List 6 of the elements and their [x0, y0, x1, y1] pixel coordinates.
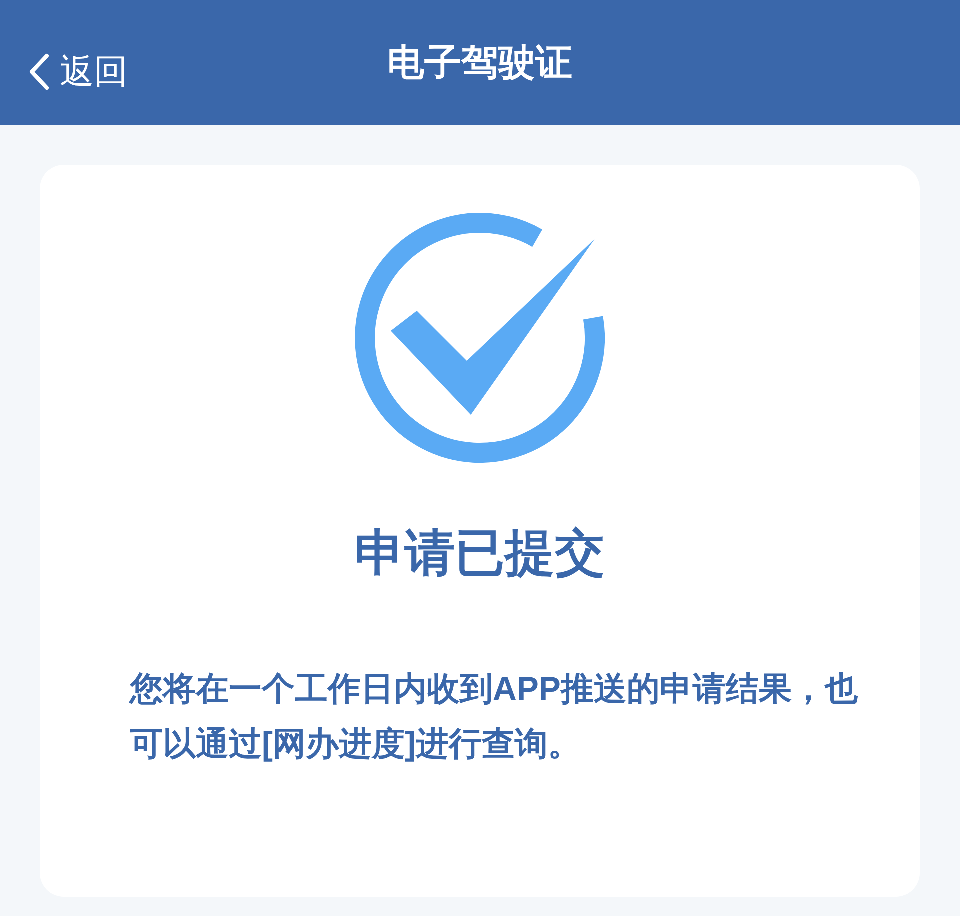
chevron-left-icon — [28, 53, 50, 91]
result-message: 您将在一个工作日内收到APP推送的申请结果，也可以通过[网办进度]进行查询。 — [128, 669, 859, 764]
page-title: 电子驾驶证 — [388, 40, 572, 85]
back-button[interactable]: 返回 — [28, 50, 128, 94]
check-circle-icon — [355, 213, 605, 463]
result-heading: 申请已提交 — [355, 524, 605, 583]
